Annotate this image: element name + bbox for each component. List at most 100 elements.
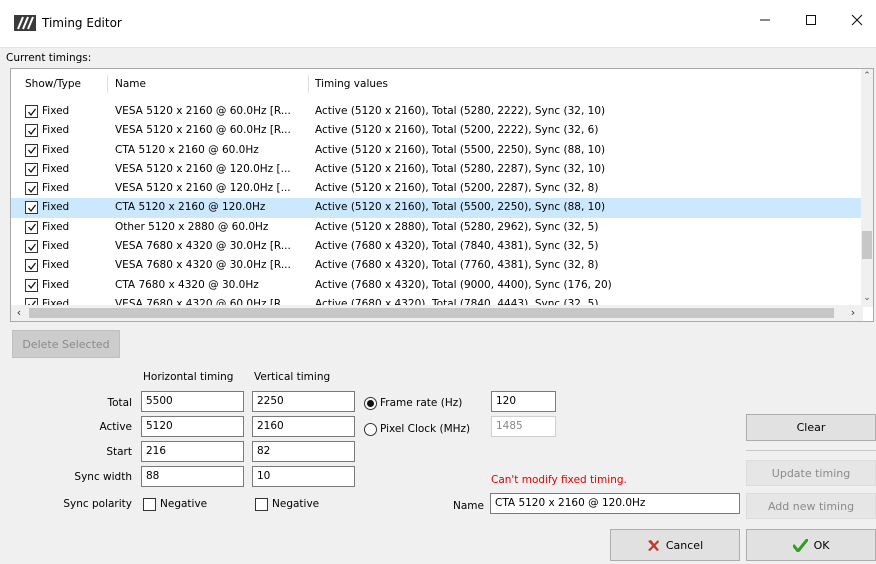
horizontal-sync-width-field[interactable]: 88 [141,466,244,487]
vertical-start-field[interactable]: 82 [252,441,355,462]
horizontal-scroll-thumb[interactable] [29,308,834,318]
update-timing-button[interactable]: Update timing [746,460,876,486]
check-icon [27,223,36,232]
table-row[interactable]: Fixed VESA 5120 x 2160 @ 60.0Hz [R... Acti… [11,121,864,140]
show-checkbox[interactable] [25,278,38,292]
table-row[interactable]: Fixed VESA 7680 x 4320 @ 30.0Hz [R... Acti… [11,256,864,275]
check-icon [27,204,36,213]
table-row[interactable]: Fixed Other 5120 x 2880 @ 60.0Hz Active (5… [11,218,864,237]
vertical-total-field[interactable]: 2250 [252,391,355,412]
show-checkbox[interactable] [25,143,38,157]
table-row[interactable]: Fixed CTA 5120 x 2160 @ 60.0Hz Active (512… [11,141,864,160]
close-button[interactable] [834,0,876,40]
horizontal-negative-label: Negative [160,498,208,510]
horizontal-scrollbar[interactable]: ‹ › [11,305,863,321]
horizontal-negative-checkbox[interactable] [143,498,156,511]
add-new-timing-button[interactable]: Add new timing [746,493,876,519]
horizontal-total-field[interactable]: 5500 [141,391,244,412]
scroll-up-icon[interactable]: ⌃ [861,69,873,83]
row-type: Fixed [42,162,70,175]
row-timing-values: Active (7680 x 4320), Total (9000, 4400)… [315,278,612,291]
row-name: VESA 5120 x 2160 @ 60.0Hz [R... [115,124,291,137]
table-row[interactable]: Fixed VESA 5120 x 2160 @ 120.0Hz [... Acti… [11,179,864,198]
vertical-scroll-thumb[interactable] [862,231,872,259]
maximize-button[interactable] [788,0,834,40]
row-name: Other 5120 x 2880 @ 60.0Hz [115,220,269,233]
table-row[interactable]: Fixed VESA 7680 x 4320 @ 30.0Hz [R... Acti… [11,237,864,256]
row-timing-values: Active (5120 x 2160), Total (5200, 2222)… [315,124,599,137]
check-icon [27,281,36,290]
vertical-scrollbar[interactable]: ⌃ ⌄ [861,69,873,307]
scroll-down-icon[interactable]: ⌄ [861,291,873,305]
close-icon [851,14,863,26]
row-type: Fixed [42,240,70,253]
column-header-timing-values[interactable]: Timing values [315,78,388,90]
timings-list[interactable]: Show/Type Name Timing values Fixed VESA 5… [10,68,874,322]
row-type: Fixed [42,143,70,156]
row-name: VESA 7680 x 4320 @ 30.0Hz [R... [115,259,291,272]
show-checkbox[interactable] [25,182,38,196]
vertical-active-field[interactable]: 2160 [252,416,355,437]
horizontal-active-field[interactable]: 5120 [141,416,244,437]
horizontal-start-field[interactable]: 216 [141,441,244,462]
check-icon [27,108,36,116]
clear-button[interactable]: Clear [746,414,876,441]
frame-rate-field[interactable]: 120 [491,391,556,412]
sync-width-label: Sync width [74,471,132,483]
timing-name-field[interactable]: CTA 5120 x 2160 @ 120.0Hz [490,493,740,514]
row-type: Fixed [42,220,70,233]
column-divider[interactable] [308,75,309,93]
cancel-x-icon [647,539,659,551]
window-title: Timing Editor [42,16,122,30]
vertical-sync-width-field[interactable]: 10 [252,466,355,487]
active-label: Active [99,421,132,433]
delete-selected-button[interactable]: Delete Selected [12,330,120,358]
row-timing-values: Active (7680 x 4320), Total (7760, 4381)… [315,259,599,272]
column-header-name[interactable]: Name [115,78,146,90]
table-row[interactable]: Fixed CTA 5120 x 2160 @ 120.0Hz Active (51… [11,198,864,218]
row-name: CTA 5120 x 2160 @ 60.0Hz [115,143,259,156]
show-checkbox[interactable] [25,105,38,118]
pixel-clock-field[interactable]: 1485 [491,416,556,437]
vertical-negative-label: Negative [272,498,320,510]
show-checkbox[interactable] [25,162,38,176]
scroll-left-icon[interactable]: ‹ [11,305,27,321]
row-name: VESA 7680 x 4320 @ 30.0Hz [R... [115,240,291,253]
frame-rate-radio[interactable] [364,397,377,410]
minimize-icon [760,19,770,21]
show-checkbox[interactable] [25,201,38,215]
frame-rate-label: Frame rate (Hz) [380,397,463,409]
row-type: Fixed [42,124,70,137]
row-timing-values: Active (5120 x 2160), Total (5280, 2287)… [315,162,606,175]
table-row[interactable]: Fixed VESA 5120 x 2160 @ 120.0Hz [... Acti… [11,160,864,179]
total-label: Total [107,397,132,409]
row-name: VESA 5120 x 2160 @ 120.0Hz [... [115,162,291,175]
row-timing-values: Active (5120 x 2160), Total (5500, 2250)… [315,143,606,156]
pixel-clock-label: Pixel Clock (MHz) [380,423,471,435]
show-checkbox[interactable] [25,259,38,273]
check-icon [27,166,36,174]
row-type: Fixed [42,201,70,214]
show-checkbox[interactable] [25,124,38,138]
pixel-clock-radio[interactable] [364,423,377,436]
horizontal-timing-header: Horizontal timing [143,371,234,383]
ok-button[interactable]: OK [746,529,876,561]
sync-polarity-label: Sync polarity [63,498,132,510]
show-checkbox[interactable] [25,240,38,254]
ok-label: OK [813,538,830,552]
minimize-button[interactable] [742,0,788,40]
table-row[interactable]: Fixed VESA 5120 x 2160 @ 60.0Hz [R... Acti… [11,102,864,121]
column-divider[interactable] [107,75,108,93]
table-row[interactable]: Fixed CTA 7680 x 4320 @ 30.0Hz Active (768… [11,276,864,295]
check-icon [27,127,36,135]
cancel-button[interactable]: Cancel [610,529,740,561]
show-checkbox[interactable] [25,220,38,234]
vertical-timing-header: Vertical timing [254,371,331,383]
vertical-negative-checkbox[interactable] [255,498,268,511]
check-icon [27,262,36,270]
row-type: Fixed [42,182,70,195]
row-name: CTA 7680 x 4320 @ 30.0Hz [115,278,259,291]
scroll-right-icon[interactable]: › [845,305,861,321]
separator [746,450,876,451]
column-header-show-type[interactable]: Show/Type [25,78,81,90]
